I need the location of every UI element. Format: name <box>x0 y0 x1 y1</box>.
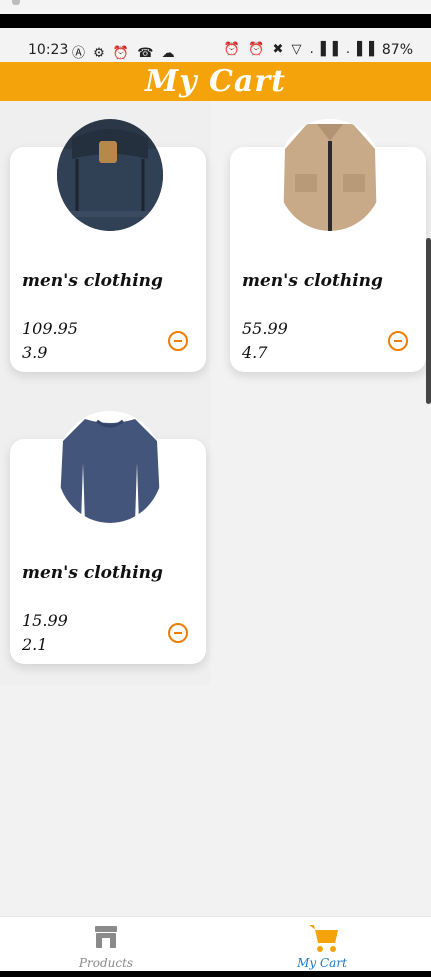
cart-icon <box>308 923 338 952</box>
tab-products-label: Products <box>78 956 134 970</box>
tab-products[interactable]: Products <box>46 917 166 972</box>
product-image-tshirt <box>57 411 163 523</box>
remove-circle-icon[interactable] <box>168 331 188 351</box>
system-bottom-bar <box>0 971 431 977</box>
cart-item-card[interactable]: men's clothing 109.95 3.9 <box>10 119 206 372</box>
status-left-icons: Ⓐ ⚙ ⏰ ☎ ☁ <box>72 46 177 61</box>
status-bar: 10:23 Ⓐ ⚙ ⏰ ☎ ☁ ⏰ ⏰ ✖ ▽ .▐▐ .▐▐ 87% <box>0 28 431 62</box>
item-price: 15.99 <box>22 611 68 630</box>
item-category: men's clothing <box>242 271 383 291</box>
top-strip <box>0 0 431 14</box>
item-price: 55.99 <box>242 319 288 338</box>
item-price: 109.95 <box>22 319 78 338</box>
tab-my-cart[interactable]: My Cart <box>262 917 382 972</box>
item-category: men's clothing <box>22 271 163 291</box>
remove-circle-icon[interactable] <box>388 331 408 351</box>
page-title: My Cart <box>144 64 287 99</box>
bottom-navigation: Products My Cart <box>0 916 431 972</box>
tab-my-cart-label: My Cart <box>297 956 347 970</box>
app-bar: My Cart <box>0 62 431 101</box>
status-right-icons: ⏰ ⏰ ✖ ▽ .▐▐ .▐▐ <box>223 42 376 57</box>
cart-item-card[interactable]: men's clothing 15.99 2.1 <box>10 411 206 664</box>
notch-mark <box>12 0 20 5</box>
status-time: 10:23 <box>28 42 69 58</box>
scrollbar[interactable] <box>426 238 431 404</box>
item-rating: 4.7 <box>242 343 268 362</box>
cart-item-card[interactable]: men's clothing 55.99 4.7 <box>230 119 426 372</box>
store-icon <box>92 923 120 951</box>
remove-circle-icon[interactable] <box>168 623 188 643</box>
item-category: men's clothing <box>22 563 163 583</box>
product-image-jacket <box>277 119 383 231</box>
item-rating: 3.9 <box>22 343 48 362</box>
item-rating: 2.1 <box>22 635 48 654</box>
product-image-backpack <box>57 119 163 231</box>
battery-level: 87% <box>381 42 413 58</box>
